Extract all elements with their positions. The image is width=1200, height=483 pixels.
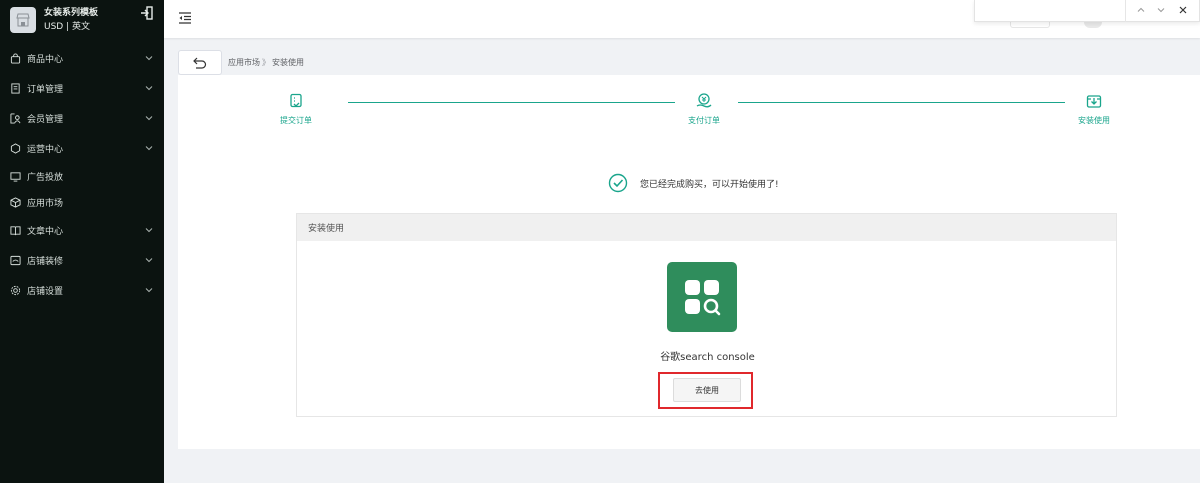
step-pay-order: 支付订单 [674, 93, 734, 126]
breadcrumb-separator: 》 [262, 58, 270, 67]
sidebar-item-label: 商品中心 [27, 54, 64, 65]
find-bar [974, 0, 1200, 22]
sidebar-item-label: 应用市场 [27, 198, 64, 209]
bag-icon [10, 52, 21, 64]
sidebar-item-products[interactable]: 商品中心 [0, 43, 164, 73]
store-currency-language: USD | 英文 [44, 22, 90, 32]
install-panel: 安装使用 谷歌search console 去使用 [296, 213, 1117, 417]
member-icon [10, 112, 21, 124]
storefront-icon [10, 7, 36, 33]
step-label: 提交订单 [280, 116, 312, 125]
chevron-down-icon [145, 258, 153, 263]
chevron-down-icon [145, 228, 153, 233]
sidebar-item-operations[interactable]: 运营中心 [0, 133, 164, 163]
app-name: 谷歌search console [660, 352, 755, 363]
sidebar-item-app-market[interactable]: 应用市场 [0, 189, 164, 215]
chevron-down-icon [145, 116, 153, 121]
operation-icon [10, 142, 21, 154]
success-text: 您已经完成购买，可以开始使用了! [640, 179, 779, 190]
sidebar-item-members[interactable]: 会员管理 [0, 103, 164, 133]
monitor-icon [10, 171, 21, 182]
chevron-down-icon [145, 56, 153, 61]
sidebar-item-label: 店铺装修 [27, 256, 64, 267]
chevron-up-icon[interactable] [1135, 4, 1147, 16]
step-connector [738, 102, 1065, 103]
close-icon[interactable] [1177, 4, 1189, 16]
sidebar-menu: 商品中心 订单管理 会员管理 运营中心 广告投放 应用市场 文章中心 店铺装修 … [0, 43, 164, 305]
book-icon [10, 225, 21, 235]
sidebar-item-label: 会员管理 [27, 114, 64, 125]
logout-icon[interactable] [140, 6, 154, 20]
app-grid-search-icon [685, 280, 721, 316]
sidebar-item-label: 店铺设置 [27, 286, 64, 297]
sidebar-item-store-settings[interactable]: 店铺设置 [0, 275, 164, 305]
top-bar [164, 0, 1200, 38]
sidebar-item-store-decoration[interactable]: 店铺装修 [0, 245, 164, 275]
sidebar-item-label: 订单管理 [27, 84, 64, 95]
back-arrow-icon [193, 57, 207, 69]
sidebar-item-label: 广告投放 [27, 172, 64, 183]
store-name: 女装系列模板 [44, 8, 99, 18]
success-message: 您已经完成购买，可以开始使用了! [608, 173, 779, 193]
step-connector [348, 102, 675, 103]
app-logo [667, 262, 737, 332]
main-content: 提交订单 支付订单 安装使用 您已经完成购买，可以开始使用了! 安装使用 谷歌s… [178, 75, 1200, 449]
order-icon [11, 82, 20, 94]
chevron-down-icon [145, 146, 153, 151]
sidebar-item-orders[interactable]: 订单管理 [0, 73, 164, 103]
decoration-icon [10, 255, 21, 265]
pay-order-icon [696, 93, 712, 108]
chevron-down-icon [145, 288, 153, 293]
gear-icon [10, 285, 21, 295]
breadcrumb: 应用市场》安装使用 [178, 50, 1200, 75]
progress-steps: 提交订单 支付订单 安装使用 [280, 93, 1120, 133]
sidebar: 女装系列模板 USD | 英文 商品中心 订单管理 会员管理 运营中心 广告投放… [0, 0, 164, 483]
store-switcher[interactable]: 女装系列模板 USD | 英文 [0, 0, 164, 40]
step-label: 支付订单 [688, 116, 720, 125]
chevron-down-icon [145, 86, 153, 91]
user-avatar[interactable] [1084, 22, 1102, 28]
sidebar-item-articles[interactable]: 文章中心 [0, 215, 164, 245]
use-app-button[interactable]: 去使用 [673, 378, 741, 402]
step-install: 安装使用 [1064, 93, 1124, 126]
back-button[interactable] [178, 50, 222, 75]
menu-fold-icon[interactable] [178, 11, 192, 25]
cube-icon [10, 196, 21, 208]
install-panel-header: 安装使用 [297, 214, 1116, 241]
sidebar-item-label: 运营中心 [27, 144, 64, 155]
sidebar-item-label: 文章中心 [27, 226, 64, 237]
step-label: 安装使用 [1078, 116, 1110, 125]
header-button[interactable] [1010, 22, 1050, 28]
check-circle-icon [608, 173, 628, 193]
submit-order-icon [290, 93, 302, 108]
sidebar-item-ads[interactable]: 广告投放 [0, 163, 164, 189]
install-icon [1086, 95, 1102, 108]
chevron-down-icon[interactable] [1155, 4, 1167, 16]
breadcrumb-item-current: 安装使用 [272, 58, 304, 67]
breadcrumb-item-app-market[interactable]: 应用市场 [228, 58, 260, 67]
step-submit-order: 提交订单 [266, 93, 326, 126]
